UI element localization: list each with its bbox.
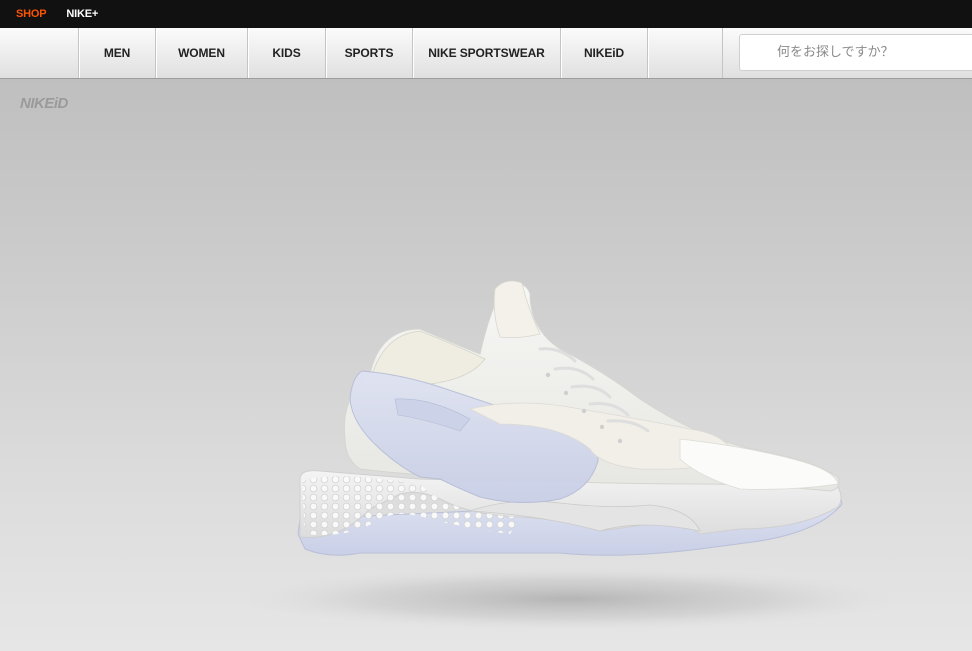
nav-item-sports[interactable]: SPORTS [325, 28, 412, 78]
nav-item-nikeid[interactable]: NIKEiD [560, 28, 647, 78]
main-nav: MEN WOMEN KIDS SPORTS NIKE SPORTSWEAR NI… [0, 28, 972, 79]
nav-item-nike-sportswear[interactable]: NIKE SPORTSWEAR [412, 28, 560, 78]
product-stage: NIKEiD [0, 79, 972, 651]
nav-spacer [647, 28, 723, 78]
nav-item-women[interactable]: WOMEN [155, 28, 247, 78]
shoe-shadow [240, 567, 900, 631]
shoe-tongue [493, 280, 541, 338]
product-shoe-image[interactable] [0, 79, 972, 651]
nav-item-kids[interactable]: KIDS [247, 28, 325, 78]
nav-item-men[interactable]: MEN [78, 28, 155, 78]
search-input[interactable] [740, 35, 972, 70]
nike-plus-link[interactable]: NIKE+ [66, 8, 98, 20]
nav-divider [722, 28, 723, 78]
top-utility-bar: SHOP NIKE+ [0, 0, 972, 28]
search-box [739, 34, 972, 71]
shop-link[interactable]: SHOP [16, 8, 47, 20]
